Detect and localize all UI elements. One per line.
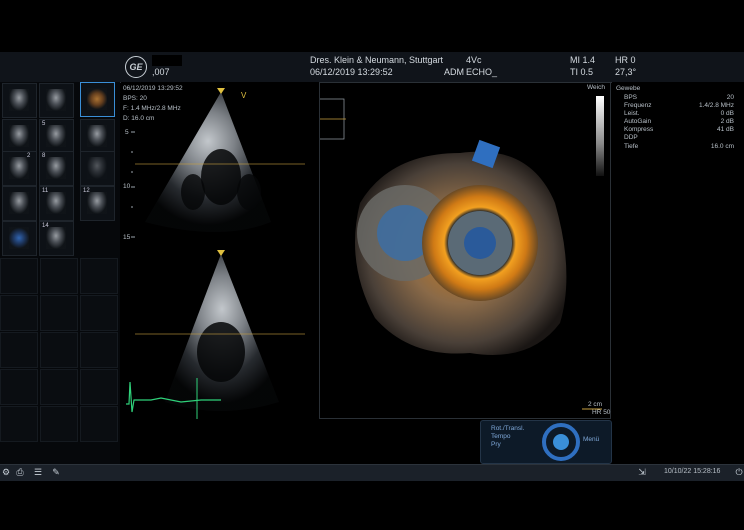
list-icon[interactable]: ☰: [32, 466, 44, 478]
empty-slot: [80, 295, 118, 331]
view-2d-bps: BPS: 20: [123, 95, 147, 102]
power-icon[interactable]: ⏻: [733, 466, 744, 478]
scale-bar-label: 2 cm: [588, 401, 603, 408]
empty-slot: [0, 369, 38, 405]
patient-name-redacted: [152, 55, 182, 66]
probe-name: 4Vc: [466, 55, 482, 65]
institution-name: Dres. Klein & Neumann, Stuttgart: [310, 55, 444, 65]
depth-tick-label: 5: [125, 129, 129, 136]
empty-slot: [80, 332, 118, 368]
empty-slot: [40, 406, 78, 442]
status-datetime: 10/10/22 15:28:16: [664, 468, 721, 475]
empty-slot: [40, 332, 78, 368]
view-2d-depth: D: 16.0 cm: [123, 115, 155, 122]
depth-tick-label: 10: [123, 183, 131, 190]
thumbnail[interactable]: 14: [39, 221, 74, 256]
empty-slot: [40, 369, 78, 405]
menu-button[interactable]: Menü: [583, 436, 599, 443]
thumbnail-panel: 5 2 8 11 12 14: [0, 82, 120, 464]
depth-tick-label: 15: [123, 234, 131, 241]
print-icon[interactable]: ⎙: [14, 466, 26, 478]
mi-readout: MI 1.4: [570, 55, 596, 65]
thumbnail[interactable]: [2, 221, 37, 256]
adm-label: ADM: [444, 67, 464, 77]
view-2d-marker-v: V: [241, 91, 247, 100]
thumbnail[interactable]: [2, 119, 37, 154]
empty-slot: [0, 332, 38, 368]
empty-slot: [80, 258, 118, 294]
view-2d-frequency: F: 1.4 MHz/2.8 MHz: [123, 105, 181, 112]
pen-icon[interactable]: ✎: [50, 466, 62, 478]
ti-readout: TI 0.5: [570, 67, 594, 77]
gray-scale-label: Weich: [587, 84, 605, 91]
thumbnail-selected[interactable]: [80, 82, 115, 117]
thumbnail[interactable]: 11: [39, 186, 74, 221]
thumbnail[interactable]: [80, 151, 115, 186]
empty-slot: [40, 295, 78, 331]
view-3d-hr: HR 50: [592, 409, 611, 416]
export-icon[interactable]: ⇲: [636, 466, 648, 478]
view-3d-image: [290, 91, 602, 410]
ge-logo-icon: GE: [125, 56, 147, 78]
thumbnail[interactable]: 12: [80, 186, 115, 221]
gray-scale-bar: [596, 96, 604, 176]
thumbnail[interactable]: 2: [2, 151, 37, 186]
trackball-control-panel[interactable]: Rot./Transl. Tempo Pry Menü: [480, 420, 612, 464]
thumbnail[interactable]: [2, 186, 37, 221]
param-title: Gewebe: [616, 85, 641, 92]
empty-slot: [0, 406, 38, 442]
thumbnail[interactable]: [39, 83, 74, 118]
empty-slot: [80, 369, 118, 405]
thumbnail[interactable]: [2, 83, 37, 118]
control-line-3: Pry: [491, 441, 501, 448]
view-2d-image: [126, 88, 305, 419]
settings-icon[interactable]: ⚙: [0, 466, 12, 478]
exam-datetime: 06/12/2019 13:29:52: [310, 67, 393, 77]
empty-slot: [80, 406, 118, 442]
thumbnail[interactable]: 5: [39, 119, 74, 154]
view-2d-datetime: 06/12/2019 13:29:52: [123, 85, 183, 92]
preset-name: ECHO_: [466, 67, 498, 77]
parameter-panel: Gewebe BPS 20 Frequenz 1.4/2.8 MHz Leist. 0…: [612, 82, 744, 419]
hr-readout: HR 0: [615, 55, 636, 65]
control-line-2: Tempo: [491, 433, 511, 440]
bottom-toolbar: [0, 464, 744, 481]
trackball-icon[interactable]: [541, 423, 581, 461]
patient-id: ,007: [152, 67, 170, 77]
empty-slot: [0, 258, 38, 294]
thumbnail[interactable]: [80, 119, 115, 154]
empty-slot: [40, 258, 78, 294]
empty-slot: [0, 295, 38, 331]
thumbnail[interactable]: 8: [39, 151, 74, 186]
view-3d-panel[interactable]: Weich 2 cm HR 50: [290, 82, 611, 419]
control-line-1: Rot./Transl.: [491, 425, 525, 432]
view-2d-panel[interactable]: 06/12/2019 13:29:52 BPS: 20 F: 1.4 MHz/2…: [121, 82, 319, 419]
angle-readout: 27,3°: [615, 67, 637, 77]
